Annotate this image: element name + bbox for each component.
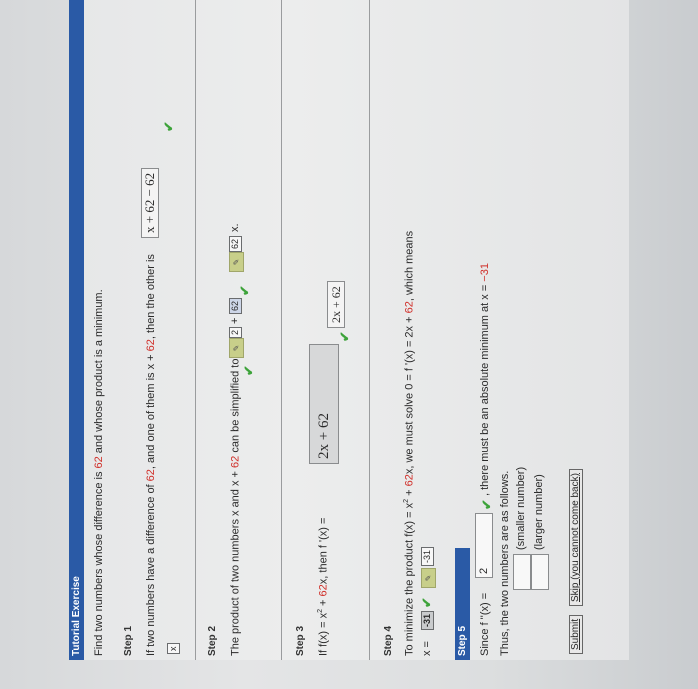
step2-t1: The product of two numbers x and x + <box>229 467 242 656</box>
fpp-input[interactable]: 2 <box>475 513 493 578</box>
skip-button[interactable]: Skip (you cannot come back) <box>569 469 583 606</box>
smaller-number-input[interactable] <box>513 554 531 590</box>
check-icon: ✔ <box>241 365 256 376</box>
check-icon: ✔ <box>237 285 252 296</box>
check-icon: ✔ <box>337 331 352 342</box>
step3-t2: x, then f '(x) = <box>317 517 330 585</box>
step3-answer-small: 2x + 62 <box>327 281 345 328</box>
step2-label: Step 2 <box>207 625 218 656</box>
step2-plus: + <box>229 317 241 324</box>
step3-t1: If f(x) = x <box>317 612 330 656</box>
step5-since-rest: , there must be an absolute minimum at x… <box>479 263 491 496</box>
pencil-icon: ✎ <box>421 568 436 588</box>
step4-t2: x, we must solve 0 = f '(x) = 2x + <box>403 313 416 475</box>
step3-t1b: + <box>317 596 330 609</box>
step1-t2: , and one of them is x + <box>145 351 157 470</box>
step2-var: x. <box>229 223 241 232</box>
submit-button[interactable]: Submit <box>569 614 583 654</box>
step1-n2: 62 <box>145 339 157 352</box>
step1-n1: 62 <box>145 469 157 482</box>
check-icon: ✔ <box>479 499 494 510</box>
step5-since-rest-text: , there must be an absolute minimum at x… <box>479 281 491 496</box>
step2-n1: 62 <box>229 455 242 468</box>
step1-text: If two numbers have a difference of 62, … <box>145 254 157 656</box>
step5-since-x: −31 <box>479 263 491 282</box>
step5-thus: Thus, the two numbers are as follows. <box>499 470 511 656</box>
divider <box>369 0 370 660</box>
step1-label: Step 1 <box>123 625 134 656</box>
step4-x-value2: -31 <box>421 546 434 566</box>
step4-n1: 62 <box>403 474 416 487</box>
step4-x-value[interactable]: -31 <box>421 610 434 630</box>
step4-n2: 62 <box>403 301 416 314</box>
step4-label: Step 4 <box>383 625 394 656</box>
step4-text: To minimize the product f(x) = x2 + 62x,… <box>403 231 416 656</box>
step4-t3: , which means <box>403 230 416 302</box>
header-title: Tutorial Exercise <box>71 576 82 656</box>
step3-n1: 62 <box>317 584 330 597</box>
problem-text: Find two numbers whose difference is <box>93 468 105 656</box>
screen-background: Tutorial Exercise Find two numbers whose… <box>0 0 698 689</box>
tutorial-header: Tutorial Exercise <box>69 0 84 660</box>
larger-number-label: (larger number) <box>533 474 545 550</box>
step1-answer[interactable]: x + 62 − 62 <box>141 167 159 238</box>
pencil-icon: ✎ <box>229 338 244 358</box>
step3-text: If f(x) = x2 + 62x, then f '(x) = <box>317 518 330 656</box>
divider <box>195 0 196 660</box>
step2-exp-box: 2 <box>229 326 242 338</box>
larger-number-input[interactable] <box>531 554 549 590</box>
step1-t1: If two numbers have a difference of <box>145 481 157 656</box>
step3-answer[interactable]: 2x + 62 <box>309 344 339 464</box>
step4-t1: To minimize the product f(x) = x <box>403 502 416 656</box>
step1-answer-box: x <box>167 643 180 654</box>
pencil-icon: ✎ <box>229 252 244 272</box>
step5-since-text: Since f ''(x) = <box>479 592 491 656</box>
tutorial-page: Tutorial Exercise Find two numbers whose… <box>69 0 629 660</box>
divider <box>281 0 282 660</box>
smaller-number-label: (smaller number) <box>515 466 527 550</box>
step3-exp: 2 <box>317 609 324 613</box>
step5-header: Step 5 <box>455 548 470 660</box>
step2-coef-box: 62 <box>229 297 242 314</box>
step3-label: Step 3 <box>295 625 306 656</box>
step4-exp: 2 <box>403 498 410 503</box>
step4-t1b: + <box>403 486 416 499</box>
step4-x-eq: x = <box>421 641 433 656</box>
step1-t3: , then the other is <box>145 254 157 340</box>
step2-answer-box: 62 <box>229 235 242 252</box>
step5-since: Since f ''(x) = <box>479 593 491 656</box>
problem-number: 62 <box>93 456 105 469</box>
check-icon: ✔ <box>419 597 434 608</box>
problem-statement: Find two numbers whose difference is 62 … <box>93 289 105 656</box>
step5-label: Step 5 <box>457 625 468 656</box>
step2-text: The product of two numbers x and x + 62 … <box>229 331 242 656</box>
check-icon: ✔ <box>161 121 176 132</box>
problem-rest: and whose product is a minimum. <box>93 289 105 457</box>
